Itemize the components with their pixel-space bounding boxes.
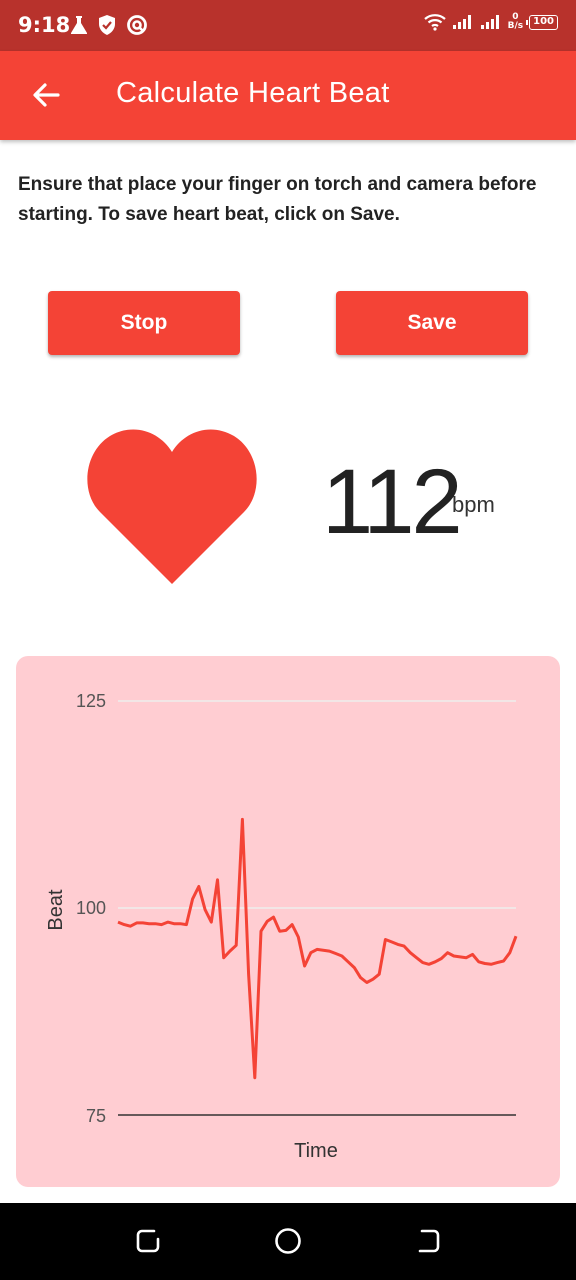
y-axis-label: Beat: [45, 889, 67, 931]
save-button-label: Save: [407, 311, 457, 334]
x-axis-label: Time: [294, 1140, 338, 1162]
status-right-icons: 0 B/s 100: [423, 13, 558, 31]
home-icon[interactable]: [272, 1225, 304, 1257]
shield-icon: [99, 15, 115, 35]
screen: 9:18 0 B/s 100 Calculate Heart Beat Ensu…: [0, 0, 576, 1280]
y-tick-label: 100: [76, 898, 106, 918]
battery-level: 100: [533, 15, 554, 27]
heart-rate-value: 112: [322, 451, 463, 553]
status-left-icons: [70, 14, 148, 36]
wifi-icon: [423, 14, 446, 31]
recent-apps-icon[interactable]: [132, 1225, 164, 1257]
y-tick-label: 125: [76, 691, 106, 711]
battery-indicator: 100: [526, 14, 558, 30]
stop-button[interactable]: Stop: [48, 291, 240, 355]
save-button[interactable]: Save: [336, 291, 528, 355]
status-bar: 9:18 0 B/s 100: [0, 0, 576, 51]
chart-plot: 125 100 75 Beat Time: [45, 691, 518, 1162]
arrow-back-icon[interactable]: [28, 77, 64, 113]
status-time: 9:18: [18, 13, 71, 37]
network-speed: 0 B/s: [508, 13, 524, 31]
heart-rate-unit: bpm: [452, 492, 495, 517]
y-tick-label: 75: [86, 1106, 106, 1126]
network-speed-unit: B/s: [507, 21, 524, 31]
back-nav-icon[interactable]: [412, 1225, 444, 1257]
flask-icon: [71, 16, 87, 34]
beat-series-line: [117, 817, 518, 1080]
signal-icon: [452, 15, 471, 29]
navigation-bar: [0, 1203, 576, 1280]
app-bar: Calculate Heart Beat: [0, 51, 576, 140]
vpn-icon: [127, 15, 147, 35]
stop-button-label: Stop: [120, 311, 168, 334]
heart-beat-chart: 125 100 75 Beat Time: [16, 656, 560, 1187]
page-title: Calculate Heart Beat: [116, 77, 390, 109]
signal-icon: [480, 15, 499, 29]
heart-icon: [87, 429, 257, 584]
instructions-text: Ensure that place your finger on torch a…: [18, 174, 537, 225]
